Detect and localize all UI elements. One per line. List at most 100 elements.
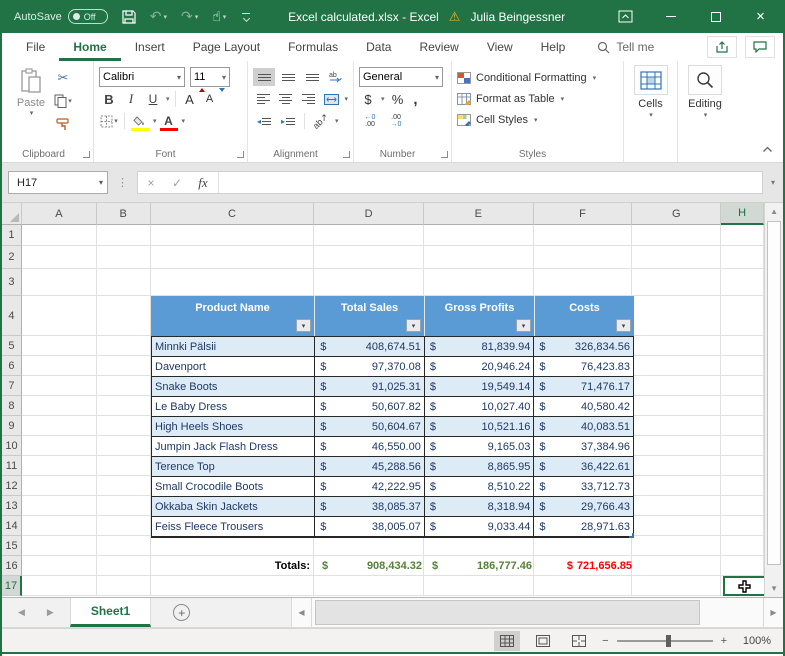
decrease-indent-button[interactable]: ◂ (253, 112, 275, 130)
row-header-8[interactable]: 8 (2, 396, 22, 416)
touch-mode-dropdown-icon[interactable]: ▾ (223, 13, 227, 21)
table-row[interactable]: Snake Boots $91,025.31 $19,549.14 $71,476.1… (152, 377, 633, 397)
cell-A1[interactable] (21, 225, 97, 246)
cell-B10[interactable] (96, 436, 151, 456)
name-box-dropdown-icon[interactable]: ▾ (99, 178, 103, 187)
cell-C15[interactable] (150, 536, 315, 556)
align-right-button[interactable] (298, 90, 319, 108)
align-center-button[interactable] (276, 90, 297, 108)
cell-G4[interactable] (632, 296, 722, 336)
format-as-table-button[interactable]: Format as Table ▾ (457, 88, 618, 109)
bottom-align-button[interactable] (301, 68, 323, 86)
cell-A5[interactable] (21, 336, 97, 356)
table-row[interactable]: Davenport $97,370.08 $20,946.24 $76,423.83 (152, 357, 633, 377)
cell-H6[interactable] (721, 356, 765, 376)
cell-G2[interactable] (632, 246, 722, 269)
font-dialog-launcher[interactable] (237, 151, 244, 158)
zoom-slider-thumb[interactable] (666, 634, 672, 647)
cell-H13[interactable] (721, 496, 765, 516)
cell-E1[interactable] (423, 225, 534, 246)
vertical-scroll-thumb[interactable] (767, 221, 781, 565)
cell-A7[interactable] (21, 376, 97, 396)
ribbon-display-options-button[interactable] (603, 0, 648, 33)
paste-dropdown-icon[interactable]: ▾ (30, 109, 34, 117)
cell-D1[interactable] (314, 225, 424, 246)
row-header-2[interactable]: 2 (2, 246, 22, 269)
touch-mode-button[interactable]: ☝ ▾ (212, 8, 226, 25)
cell-E2[interactable] (423, 246, 534, 269)
row-header-14[interactable]: 14 (2, 516, 22, 536)
number-format-select[interactable]: General ▾ (359, 67, 443, 87)
cell-H11[interactable] (721, 456, 765, 476)
cell-H5[interactable] (721, 336, 765, 356)
horizontal-scroll-track[interactable] (311, 598, 763, 627)
cell-E15[interactable] (423, 536, 534, 556)
conditional-formatting-button[interactable]: Conditional Formatting ▾ (457, 67, 618, 88)
cell-A6[interactable] (21, 356, 97, 376)
totals-profit[interactable]: $186,777.46 (425, 556, 535, 576)
column-header-H[interactable]: H (721, 203, 765, 225)
cell-G16[interactable] (632, 556, 722, 576)
cell-A3[interactable] (21, 269, 97, 296)
cell-D2[interactable] (314, 246, 424, 269)
page-break-view-button[interactable] (566, 631, 592, 651)
zoom-slider[interactable] (616, 634, 713, 647)
collapse-ribbon-button[interactable] (762, 144, 773, 156)
cell-D17[interactable] (314, 576, 424, 596)
cell-B17[interactable] (96, 576, 151, 596)
cell-G8[interactable] (632, 396, 722, 416)
editing-dropdown-icon[interactable]: ▾ (704, 111, 708, 119)
tab-data[interactable]: Data (352, 33, 405, 61)
scroll-down-button[interactable]: ▼ (765, 580, 783, 597)
table-row[interactable]: Feiss Fleece Trousers $38,005.07 $9,033.44… (152, 517, 633, 537)
row-header-16[interactable]: 16 (2, 556, 22, 576)
fill-color-dropdown-icon[interactable]: ▾ (153, 117, 157, 125)
tab-help[interactable]: Help (527, 33, 580, 61)
cell-F1[interactable] (533, 225, 633, 246)
row-header-7[interactable]: 7 (2, 376, 22, 396)
underline-dropdown-icon[interactable]: ▾ (166, 95, 170, 103)
copy-button[interactable]: ▾ (53, 91, 73, 111)
save-button[interactable] (122, 9, 136, 24)
header-costs[interactable]: Costs ▾ (535, 296, 634, 336)
cell-D3[interactable] (314, 269, 424, 296)
cell-B2[interactable] (96, 246, 151, 269)
table-row[interactable]: Le Baby Dress $50,607.82 $10,027.40 $40,580… (152, 397, 633, 417)
select-all-corner[interactable] (2, 203, 22, 225)
column-header-E[interactable]: E (423, 203, 534, 225)
cell-C17[interactable] (150, 576, 315, 596)
cell-G3[interactable] (632, 269, 722, 296)
row-header-6[interactable]: 6 (2, 356, 22, 376)
accounting-format-button[interactable]: $ (362, 89, 374, 109)
column-header-G[interactable]: G (632, 203, 722, 225)
cell-A13[interactable] (21, 496, 97, 516)
clipboard-dialog-launcher[interactable] (83, 151, 90, 158)
cell-H3[interactable] (721, 269, 765, 296)
cut-button[interactable]: ✂ (53, 68, 73, 88)
row-header-9[interactable]: 9 (2, 416, 22, 436)
middle-align-button[interactable] (277, 68, 299, 86)
cell-G15[interactable] (632, 536, 722, 556)
increase-indent-button[interactable]: ▸ (277, 112, 299, 130)
zoom-in-button[interactable]: + (721, 635, 727, 647)
tab-review[interactable]: Review (405, 33, 472, 61)
row-header-3[interactable]: 3 (2, 269, 22, 296)
top-align-button[interactable] (253, 68, 275, 86)
tell-me-box[interactable]: Tell me (597, 40, 654, 54)
cell-F2[interactable] (533, 246, 633, 269)
row-header-4[interactable]: 4 (2, 296, 22, 336)
cell-E3[interactable] (423, 269, 534, 296)
cell-B15[interactable] (96, 536, 151, 556)
cell-A17[interactable] (21, 576, 97, 596)
normal-view-button[interactable] (494, 630, 521, 651)
cell-B6[interactable] (96, 356, 151, 376)
filter-button[interactable]: ▾ (616, 319, 631, 332)
zoom-out-button[interactable]: − (602, 635, 608, 647)
underline-button[interactable]: U (143, 89, 163, 109)
cell-B11[interactable] (96, 456, 151, 476)
number-dialog-launcher[interactable] (441, 151, 448, 158)
scroll-up-button[interactable]: ▲ (765, 203, 783, 220)
cell-styles-button[interactable]: Cell Styles ▾ (457, 109, 618, 130)
table-resize-handle[interactable] (629, 533, 634, 538)
page-layout-view-button[interactable] (530, 631, 556, 651)
